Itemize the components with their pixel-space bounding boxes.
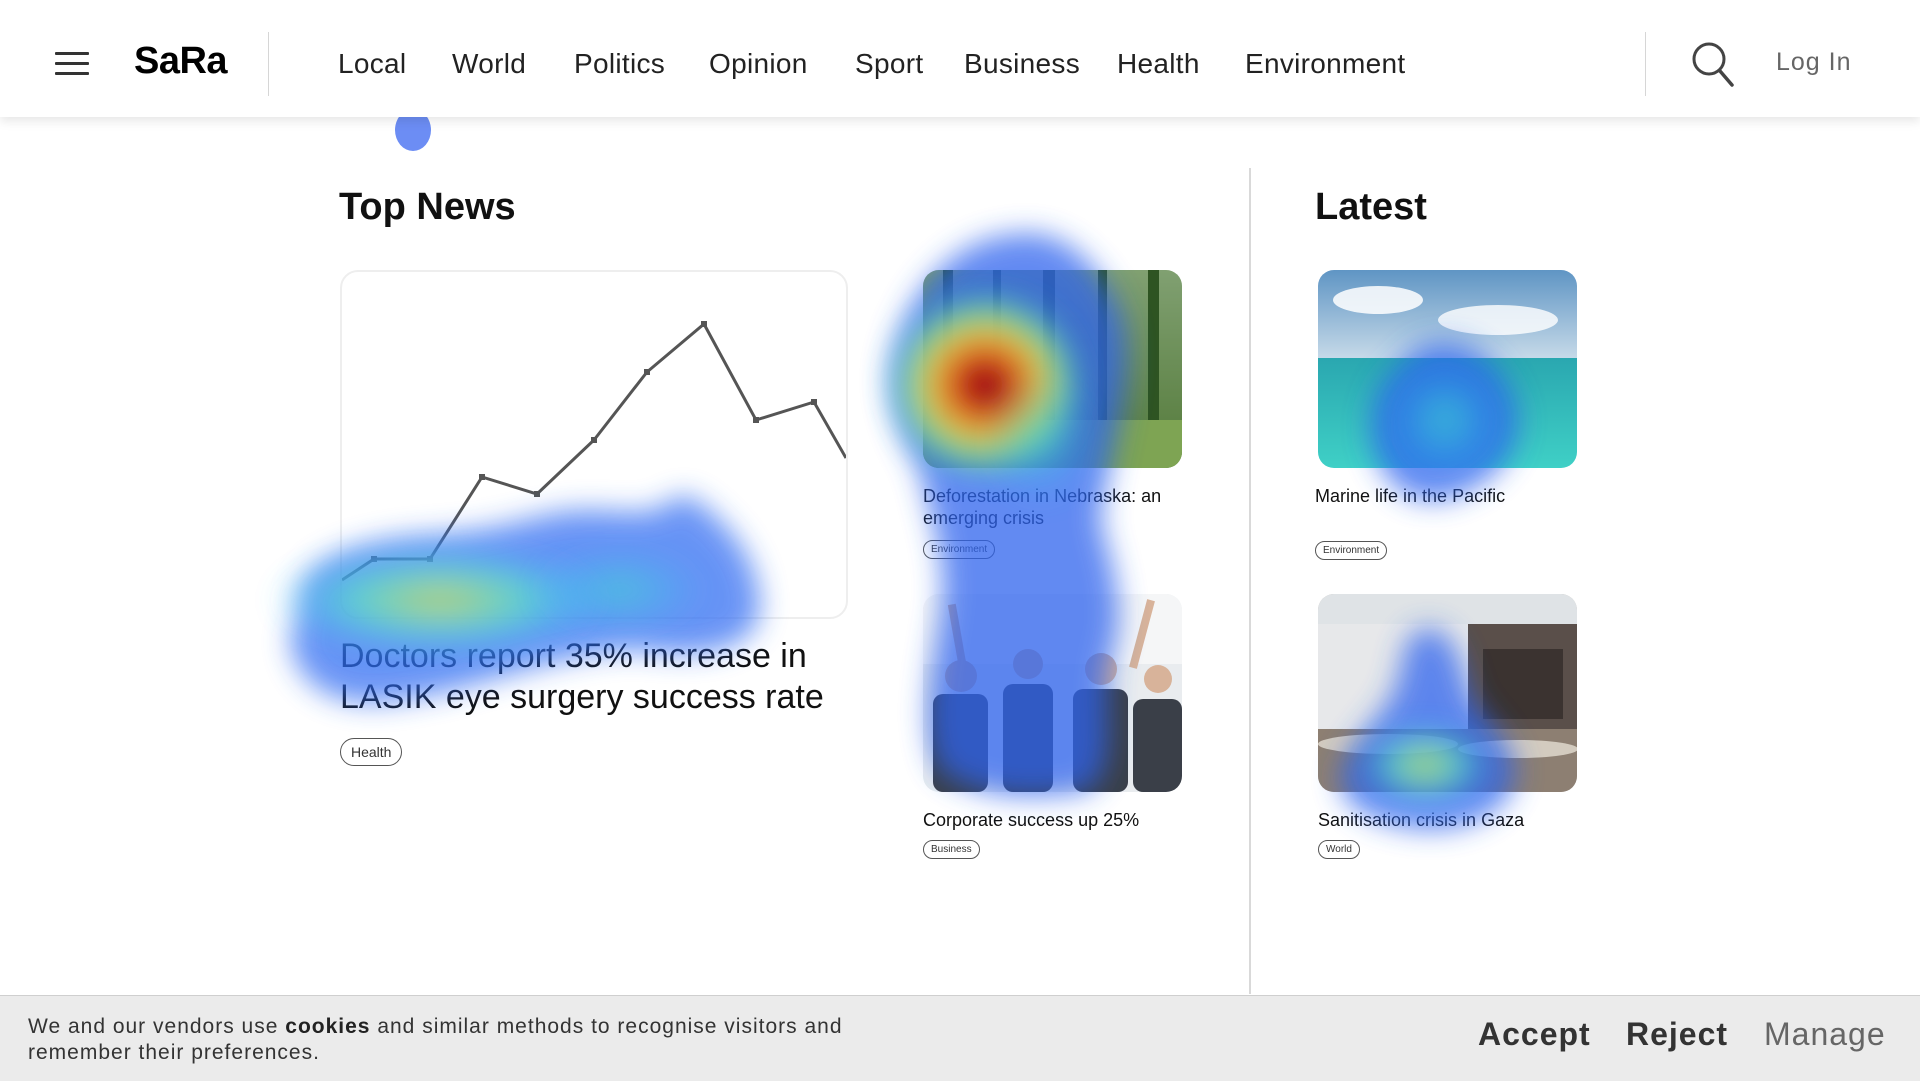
cookie-text: We and our vendors use [28,1015,286,1038]
nav-world[interactable]: World [452,48,526,80]
nav-sport[interactable]: Sport [855,48,923,80]
latest-tag[interactable]: World [1318,840,1360,859]
latest-tag[interactable]: Environment [1315,541,1388,560]
cookie-banner: We and our vendors use cookies and simil… [0,995,1920,1081]
card-headline[interactable]: Corporate success up 25% [923,809,1183,831]
latest-headline[interactable]: Sanitisation crisis in Gaza [1318,809,1578,831]
feature-headline[interactable]: Doctors report 35% increase in LASIK eye… [340,636,860,718]
cookie-keyword: cookies [285,1015,371,1038]
nav-local[interactable]: Local [338,48,406,80]
latest-headline[interactable]: Marine life in the Pacific [1315,485,1575,507]
feature-tag[interactable]: Health [340,738,403,766]
accept-button[interactable]: Accept [1478,1016,1591,1053]
header-divider [268,32,269,96]
ocean-image[interactable] [1318,270,1577,468]
nav-health[interactable]: Health [1117,48,1200,80]
feature-image[interactable] [340,270,848,619]
camp-image[interactable] [1318,594,1577,792]
card-headline[interactable]: Deforestation in Nebraska: an emerging c… [923,485,1183,529]
nav-opinion[interactable]: Opinion [709,48,808,80]
card-tag[interactable]: Environment [923,540,996,559]
nav-environment[interactable]: Environment [1245,48,1406,80]
top-news-title: Top News [339,186,516,228]
site-header: SaRa Local World Politics Opinion Sport … [0,0,1920,117]
card-tag[interactable]: Business [923,840,980,859]
latest-title: Latest [1315,186,1427,228]
menu-icon[interactable] [55,52,91,76]
header-divider-right [1645,32,1646,96]
manage-button[interactable]: Manage [1764,1016,1886,1053]
nav-politics[interactable]: Politics [574,48,665,80]
nav-business[interactable]: Business [964,48,1080,80]
search-icon[interactable] [1690,40,1736,88]
reject-button[interactable]: Reject [1626,1016,1728,1053]
forest-image[interactable] [923,270,1182,468]
login-link[interactable]: Log In [1776,48,1852,77]
site-logo[interactable]: SaRa [134,40,228,83]
line-chart-image [342,321,846,582]
celebration-image[interactable] [923,594,1182,792]
column-divider [1249,168,1251,994]
cookie-message: We and our vendors use cookies and simil… [28,1014,928,1066]
